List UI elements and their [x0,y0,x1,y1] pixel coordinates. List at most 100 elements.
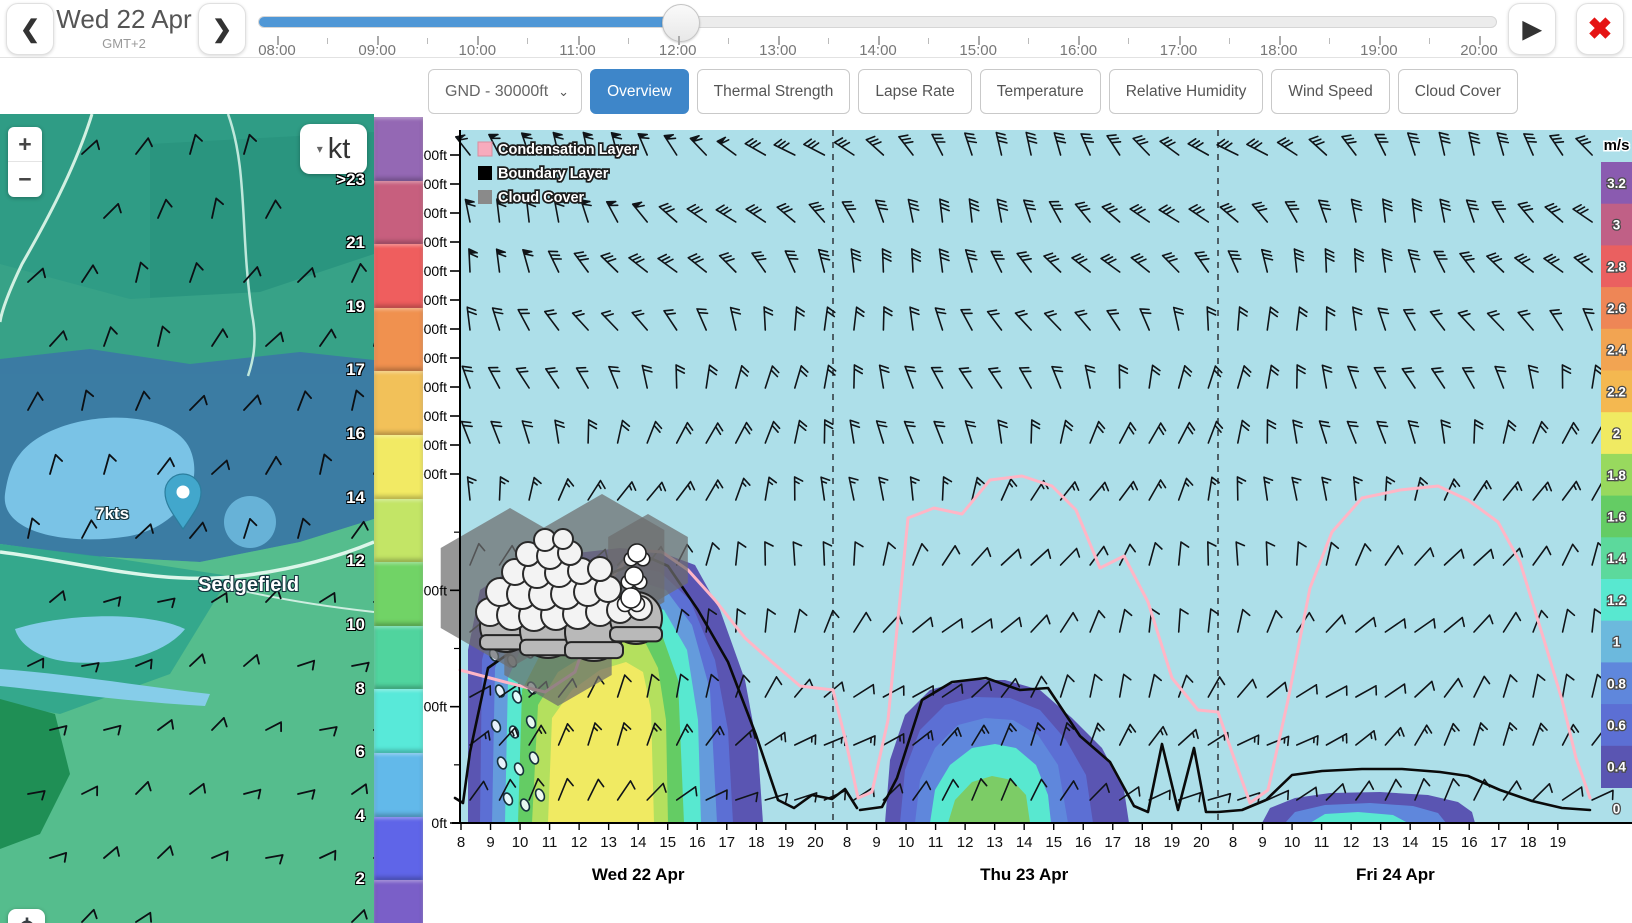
svg-text:18: 18 [748,834,765,851]
time-slider: 08:0009:0010:0011:0012:0013:0014:0015:00… [0,0,1632,57]
slider-time-label: 09:00 [342,42,412,59]
svg-text:0.6: 0.6 [1607,718,1626,733]
svg-text:18: 18 [1134,834,1151,851]
svg-text:8: 8 [1229,834,1237,851]
svg-text:6000ft: 6000ft [423,466,447,482]
minus-icon: − [18,166,31,193]
svg-text:14: 14 [1016,834,1033,851]
map-unit-dropdown[interactable]: ▾ kt [300,124,367,174]
slider-time-label: 17:00 [1144,42,1214,59]
kt-colorbar-segment [374,244,423,308]
svg-text:9: 9 [872,834,880,851]
time-slider-fill [259,17,681,27]
svg-text:12: 12 [957,834,974,851]
svg-text:1.8: 1.8 [1607,468,1626,483]
svg-text:19: 19 [1549,834,1566,851]
kt-colorbar-segment [374,626,423,690]
play-animation-button[interactable]: ▶ [1508,3,1556,55]
kt-colorbar-segment [374,689,423,753]
svg-text:2.2: 2.2 [1607,384,1626,399]
slider-half-hour-tick [728,38,729,44]
svg-text:1.4: 1.4 [1607,551,1626,566]
altitude-axis: 28000ft26000ft24000ft22000ft20000ft18000… [423,147,460,831]
svg-text:16000ft: 16000ft [423,321,447,337]
time-axis: 891011121314151617181920Wed 22 Apr891011… [457,823,1566,884]
slider-half-hour-tick [1329,38,1330,44]
crosshair-location-icon [16,917,38,923]
zoom-in-button[interactable]: + [8,127,42,162]
ms-colorbar: m/s3.232.82.62.42.221.81.61.41.210.80.60… [1601,137,1632,817]
svg-text:1: 1 [1613,635,1621,650]
svg-text:9: 9 [486,834,494,851]
locate-me-button[interactable] [8,909,45,923]
svg-text:0.8: 0.8 [1607,676,1626,691]
wind-map[interactable]: + − ▾ kt 2 km Updated: 06:16 [0,114,374,923]
slider-half-hour-tick [1429,38,1430,44]
svg-text:10: 10 [1284,834,1301,851]
time-slider-track[interactable] [258,16,1497,28]
top-bar: ❮ Wed 22 Apr GMT+2 ❯ 08:0009:0010:0011:0… [0,0,1632,58]
svg-text:13: 13 [1372,834,1389,851]
kt-colorbar-segment [374,181,423,245]
forecast-panel: GND - 30000ft ⌄ OverviewThermal Strength… [423,57,1632,923]
slider-time-label: 13:00 [743,42,813,59]
svg-text:17: 17 [1490,834,1507,851]
svg-text:12000ft: 12000ft [423,379,447,395]
chevron-down-icon: ▾ [317,142,323,156]
svg-text:16: 16 [1075,834,1092,851]
svg-text:12: 12 [571,834,588,851]
map-column: + − ▾ kt 2 km Updated: 06:16 [0,57,423,923]
svg-text:12: 12 [1343,834,1360,851]
svg-text:14: 14 [1402,834,1419,851]
map-zoom-control: + − [8,127,42,197]
svg-text:8: 8 [843,834,851,851]
zoom-out-button[interactable]: − [8,162,42,196]
svg-text:11: 11 [928,834,944,851]
kt-colorbar-segment [374,371,423,435]
kt-colorbar-segment [374,880,423,923]
svg-text:11: 11 [542,834,558,851]
svg-text:2.6: 2.6 [1607,301,1626,316]
svg-text:0.4: 0.4 [1607,760,1626,775]
close-icon: ✖ [1587,12,1612,47]
svg-text:10: 10 [512,834,529,851]
slider-half-hour-tick [1028,38,1029,44]
svg-text:16: 16 [1461,834,1478,851]
svg-text:Wed 22 Apr: Wed 22 Apr [592,865,685,884]
svg-text:2.4: 2.4 [1607,343,1626,358]
svg-text:Fri 24 Apr: Fri 24 Apr [1356,865,1435,884]
svg-text:20: 20 [807,834,824,851]
svg-text:17: 17 [718,834,735,851]
map-unit-label: kt [328,133,351,166]
slider-half-hour-tick [327,38,328,44]
svg-text:8: 8 [457,834,465,851]
svg-text:2000ft: 2000ft [423,699,447,715]
svg-text:24000ft: 24000ft [423,205,447,221]
kt-colorbar-segment [374,817,423,881]
slider-time-label: 20:00 [1444,42,1514,59]
svg-text:18: 18 [1520,834,1537,851]
windgram-chart: 28000ft26000ft24000ft22000ft20000ft18000… [423,57,1632,923]
svg-text:m/s: m/s [1604,137,1630,154]
wind-speed-marker-label: 7kts [95,504,129,524]
close-button[interactable]: ✖ [1576,3,1624,55]
kt-colorbar-segment [374,117,423,181]
svg-text:2: 2 [1613,426,1621,441]
place-label-sedgefield: Sedgefield [198,574,299,597]
slider-time-label: 15:00 [943,42,1013,59]
svg-text:Thu 23 Apr: Thu 23 Apr [980,865,1069,884]
time-slider-handle[interactable] [662,4,700,42]
slider-time-label: 14:00 [843,42,913,59]
slider-time-label: 18:00 [1244,42,1314,59]
svg-text:10000ft: 10000ft [423,408,447,424]
svg-text:1.6: 1.6 [1607,509,1626,524]
svg-text:0ft: 0ft [431,815,447,831]
kt-colorbar-segment [374,499,423,563]
svg-text:8000ft: 8000ft [423,437,447,453]
play-icon: ▶ [1523,15,1541,44]
svg-text:22000ft: 22000ft [423,234,447,250]
slider-half-hour-tick [928,38,929,44]
svg-text:10: 10 [898,834,915,851]
slider-half-hour-tick [1128,38,1129,44]
weather-app: ❮ Wed 22 Apr GMT+2 ❯ 08:0009:0010:0011:0… [0,0,1632,923]
